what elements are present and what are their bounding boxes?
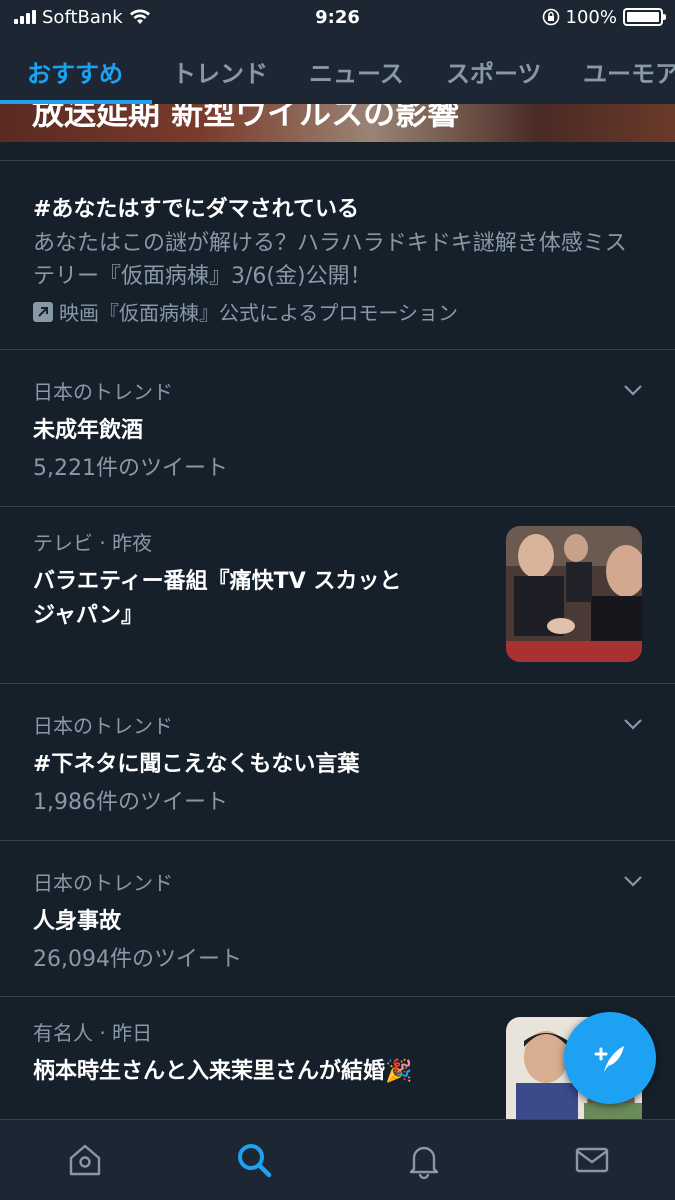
nav-notifications[interactable] <box>404 1140 444 1180</box>
trend-tweet-count: 5,221件のツイート <box>33 456 228 481</box>
trend-thumbnail <box>506 526 642 662</box>
promoted-arrow-icon <box>33 301 53 322</box>
promoted-trend[interactable]: #あなたはすでにダマされている あなたはこの謎が解ける？ハラハラドキドキ謎解き体… <box>0 161 675 349</box>
signal-icon <box>14 10 36 24</box>
battery-fill <box>627 12 659 22</box>
explore-tabs: おすすめ トレンド ニュース スポーツ ユーモア <box>0 34 675 104</box>
battery-icon <box>623 8 666 26</box>
trend-title: 人身事故 <box>33 909 122 934</box>
status-left: SoftBank <box>14 7 151 28</box>
notifications-icon <box>409 1146 439 1179</box>
trend-item[interactable]: 日本のトレンド #下ネタに聞こえなくもない言葉 1,986件のツイート <box>0 684 675 840</box>
wifi-icon <box>129 9 150 24</box>
banner-headline: 放送延期 新型ウイルスの影響 <box>32 104 460 132</box>
chevron-down-icon[interactable] <box>621 378 645 402</box>
messages-icon <box>575 1147 609 1173</box>
trend-context: 有名人 · 昨日 <box>33 1021 153 1045</box>
trend-tweet-count: 26,094件のツイート <box>33 947 242 972</box>
promoted-label: 映画『仮面病棟』公式によるプロモーション <box>33 297 458 326</box>
tab-news[interactable]: ニュース <box>309 54 404 89</box>
tab-recommended[interactable]: おすすめ <box>27 54 123 89</box>
tab-sports[interactable]: スポーツ <box>446 54 542 89</box>
status-right: 100% <box>542 6 666 28</box>
promoted-title: #あなたはすでにダマされている <box>33 197 359 222</box>
bottom-nav <box>0 1119 675 1200</box>
promoted-description: あなたはこの謎が解ける？ハラハラドキドキ謎解き体感ミステリー『仮面病棟』3/6(… <box>33 231 627 289</box>
chevron-down-icon[interactable] <box>621 712 645 736</box>
trend-title: 未成年飲酒 <box>33 418 144 443</box>
trend-title-line2: ジャパン』 <box>33 603 144 628</box>
tab-trends[interactable]: トレンド <box>172 54 268 89</box>
trend-item[interactable]: テレビ · 昨夜 バラエティー番組『痛快TV スカッと ジャパン』 <box>0 507 675 683</box>
trend-context: 日本のトレンド <box>33 714 173 738</box>
chevron-down-icon[interactable] <box>621 869 645 893</box>
carrier-name: SoftBank <box>42 6 123 28</box>
rotation-lock-icon <box>542 8 559 26</box>
trend-item[interactable]: 日本のトレンド 人身事故 26,094件のツイート <box>0 841 675 997</box>
home-icon <box>69 1144 101 1176</box>
nav-search[interactable] <box>234 1140 274 1180</box>
trend-title: #下ネタに聞こえなくもない言葉 <box>33 752 360 777</box>
tab-humor[interactable]: ユーモア <box>583 54 675 89</box>
trend-tweet-count: 1,986件のツイート <box>33 790 228 815</box>
status-bar: SoftBank 9:26 100% <box>0 0 675 34</box>
featured-banner[interactable]: 放送延期 新型ウイルスの影響 <box>0 104 675 142</box>
nav-home[interactable] <box>65 1140 105 1180</box>
compose-tweet-button[interactable] <box>564 1012 656 1104</box>
trend-context: 日本のトレンド <box>33 380 173 404</box>
trend-context: テレビ · 昨夜 <box>33 531 153 555</box>
battery-percent: 100% <box>565 6 617 28</box>
trend-item[interactable]: 日本のトレンド 未成年飲酒 5,221件のツイート <box>0 350 675 506</box>
trend-context: 日本のトレンド <box>33 871 173 895</box>
nav-messages[interactable] <box>572 1140 612 1180</box>
trend-title: 柄本時生さんと入来茉里さんが結婚🎉 <box>33 1059 413 1084</box>
promoted-by-text: 映画『仮面病棟』公式によるプロモーション <box>59 301 458 325</box>
search-icon <box>238 1144 272 1178</box>
trend-title-line1: バラエティー番組『痛快TV スカッと <box>33 569 402 594</box>
compose-tweet-icon <box>594 1046 624 1072</box>
